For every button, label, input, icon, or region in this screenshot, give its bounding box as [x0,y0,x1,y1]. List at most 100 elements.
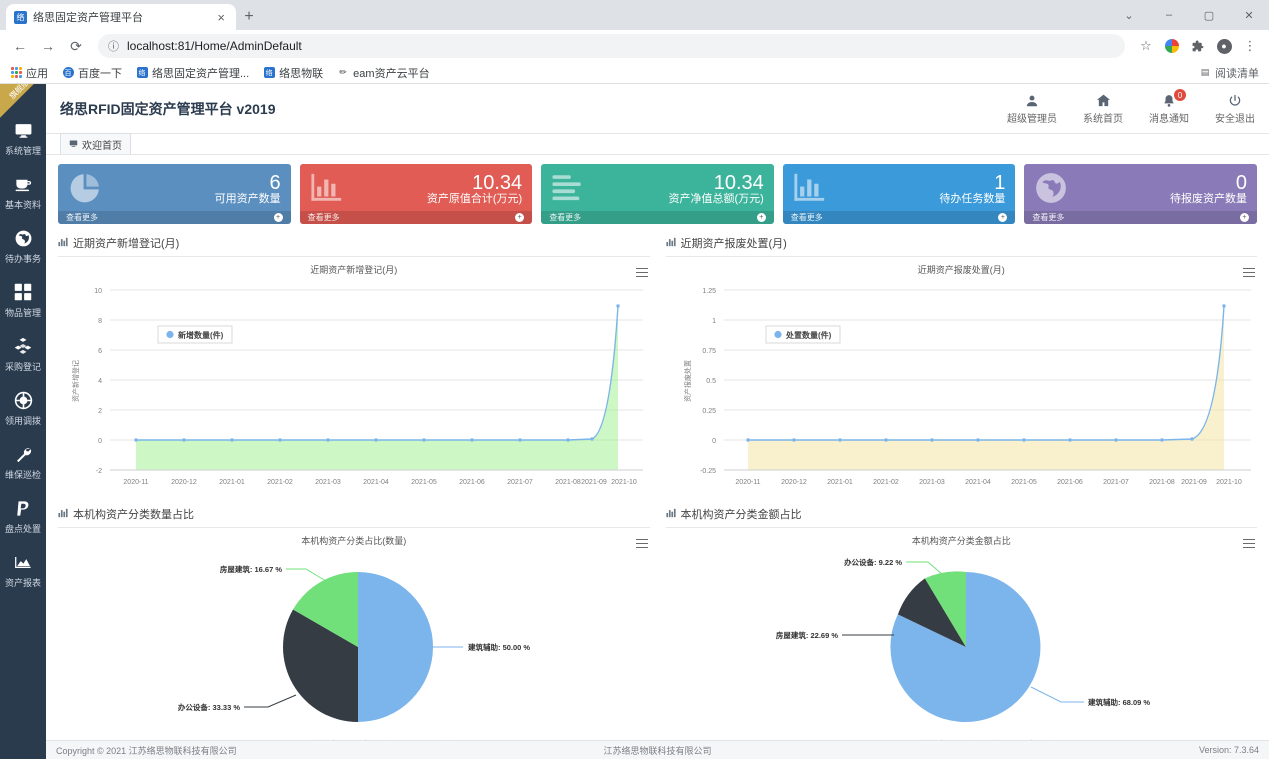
kpi-more-icon[interactable]: + [998,213,1008,222]
bookmark-baidu[interactable]: 百 百度一下 [62,65,122,81]
tab-title: 络思固定资产管理平台 [33,12,143,24]
reload-icon[interactable]: ⟳ [64,34,88,58]
chrome-logo-icon[interactable] [1161,35,1183,57]
browser-toolbar: ← → ⟳ ⓘ localhost:81/Home/AdminDefault ☆… [0,30,1269,62]
svg-text:2021-01: 2021-01 [827,479,853,486]
kpi-card-available-assets[interactable]: 6 可用资产数量 查看更多 + [58,164,291,224]
panel-title: 近期资产新增登记(月) [73,238,180,250]
browser-tab[interactable]: 络 络思固定资产管理平台 × [6,4,236,30]
chart-legend[interactable]: 新增数量(件) [157,325,233,344]
address-bar[interactable]: ⓘ localhost:81/Home/AdminDefault [98,34,1125,58]
close-icon[interactable]: × [214,10,228,25]
chart-legend[interactable]: 建筑辅助 房屋建筑 办公设备 [900,739,1061,740]
sidebar-item-label: 资产报表 [4,578,41,588]
chart-legend[interactable]: 建筑辅助 办公设备 房屋建筑 [292,739,452,740]
svg-text:房屋建筑: 22.69 %: 房屋建筑: 22.69 % [775,630,837,640]
address-bar-url: localhost:81/Home/AdminDefault [127,39,302,53]
kpi-more-icon[interactable]: + [756,213,766,222]
back-icon[interactable]: ← [8,34,32,58]
header-home-button[interactable]: 系统首页 [1083,92,1123,125]
chart-category-amount-pie: 本机构资产分类金额占比 建筑辅助: 68.09 % 房屋建筑: 22.69 % … [666,528,1258,740]
maximize-icon[interactable]: ▢ [1189,9,1229,22]
chart-icon [58,508,68,521]
reading-list-button[interactable]: ▤ 阅读清单 [1199,65,1259,81]
bookmark-eam-cloud[interactable]: ✏ eam资产云平台 [337,65,429,81]
sidebar-item-inventory-disposal[interactable]: 盘点处置 [0,488,46,542]
bookmark-star-icon[interactable]: ☆ [1135,35,1157,57]
kpi-more-icon[interactable]: + [1239,213,1249,222]
bookmark-asset-platform[interactable]: 络 络思固定资产管理... [136,65,249,81]
sidebar-nav: 系统管理 基本资料 待办事务 物品管理 采购登记 领用调拨 维保巡检 盘点处置 … [0,84,46,596]
svg-text:2021-10: 2021-10 [611,479,637,486]
svg-text:1.25: 1.25 [702,288,716,295]
bar-chart-icon [310,171,344,208]
kpi-more-icon[interactable]: + [515,213,525,222]
svg-text:2021-07: 2021-07 [507,479,533,486]
window-close-icon[interactable]: ✕ [1229,9,1269,22]
svg-text:建筑辅助: 68.09 %: 建筑辅助: 68.09 % [1087,697,1150,707]
kpi-value: 10.34 [713,172,764,195]
header-logout-button[interactable]: 安全退出 [1215,92,1255,125]
bookmark-label: eam资产云平台 [353,67,430,80]
sidebar-item-system-management[interactable]: 系统管理 [0,110,46,164]
svg-text:2021-03: 2021-03 [919,479,945,486]
panel-header: 近期资产报废处置(月) [665,235,1257,257]
sidebar-item-basic-data[interactable]: 基本资料 [0,164,46,218]
header-action-label: 系统首页 [1083,114,1123,125]
profile-avatar-icon[interactable]: ● [1213,35,1235,57]
site-info-icon[interactable]: ⓘ [108,38,119,54]
kpi-card-net-value[interactable]: 10.34 资产净值总额(万元) 查看更多 + [541,164,774,224]
globe-icon [0,227,46,249]
area-chart-icon [0,551,46,573]
kpi-card-pending-tasks[interactable]: 1 待办任务数量 查看更多 + [782,164,1016,224]
tab-welcome-home[interactable]: 欢迎首页 [60,133,131,154]
browser-tabstrip: 络 络思固定资产管理平台 × + ⌄ – ▢ ✕ [0,0,1269,30]
chart-legend[interactable]: 处置数量(件) [765,325,840,344]
grid-squares-icon [0,281,46,303]
hamburger-icon[interactable] [635,536,648,551]
user-icon [1007,92,1057,109]
tab-search-icon[interactable]: ⌄ [1109,9,1149,22]
hamburger-icon[interactable] [1243,536,1255,551]
sidebar-item-maintenance[interactable]: 维保巡检 [0,434,46,488]
sidebar-item-label: 基本资料 [4,200,41,210]
svg-text:1: 1 [712,318,716,325]
svg-text:处置数量(件): 处置数量(件) [785,330,832,340]
bookmark-luosi-iot[interactable]: 络 络思物联 [263,65,323,81]
minimize-icon[interactable]: – [1149,9,1189,21]
chart-title: 近期资产新增登记(月) [310,265,398,275]
header-action-label: 安全退出 [1215,114,1255,125]
svg-text:建筑辅助: 建筑辅助 [303,739,336,740]
sidebar-item-asset-report[interactable]: 资产报表 [0,542,46,596]
sidebar-item-allocation[interactable]: 领用调拨 [0,380,46,434]
header-user-button[interactable]: 超级管理员 [1007,92,1057,125]
kpi-value: 10.34 [472,172,523,195]
bookmark-apps[interactable]: 应用 [10,65,48,81]
extensions-icon[interactable] [1187,35,1209,57]
browser-menu-icon[interactable]: ⋮ [1239,35,1261,57]
sidebar-item-purchase-registration[interactable]: 采购登记 [0,326,46,380]
svg-text:2021-03: 2021-03 [315,479,341,486]
footer-company: 江苏络思物联科技有限公司 [603,745,712,756]
kpi-more-label: 查看更多 [790,213,823,222]
hamburger-icon[interactable] [635,265,648,280]
bookmark-label: 络思物联 [279,67,324,80]
area-chart-svg: 10 8 6 4 2 0 -2 资产新增登记 2020-11 2020-12 2… [71,288,643,486]
app-sidebar: 旗舰版 系统管理 基本资料 待办事务 物品管理 采购登记 领用调拨 维保巡检 盘… [0,84,46,759]
pie-chart-svg: 建筑辅助: 68.09 % 房屋建筑: 22.69 % 办公设备: 9.22 %… [775,557,1150,740]
hamburger-icon[interactable] [1243,265,1255,280]
bar-chart-icon [793,171,827,208]
kpi-label: 可用资产数量 [214,193,281,206]
new-tab-button[interactable]: + [236,4,262,30]
sidebar-item-goods-management[interactable]: 物品管理 [0,272,46,326]
svg-text:办公设备: 9.22 %: 办公设备: 9.22 % [844,557,902,567]
forward-icon[interactable]: → [36,34,60,58]
kpi-more-icon[interactable]: + [273,213,283,222]
header-notifications-button[interactable]: 0 消息通知 [1149,89,1189,125]
sidebar-item-todo[interactable]: 待办事务 [0,218,46,272]
footer-copyright: Copyright © 2021 江苏络思物联科技有限公司 [56,745,237,756]
kpi-card-original-value[interactable]: 10.34 资产原值合计(万元) 查看更多 + [299,164,533,224]
app-favicon-icon: 络 [136,67,148,79]
kpi-label: 待报废资产数量 [1169,193,1247,206]
kpi-card-pending-scrap[interactable]: 0 待报废资产数量 查看更多 + [1024,164,1257,224]
